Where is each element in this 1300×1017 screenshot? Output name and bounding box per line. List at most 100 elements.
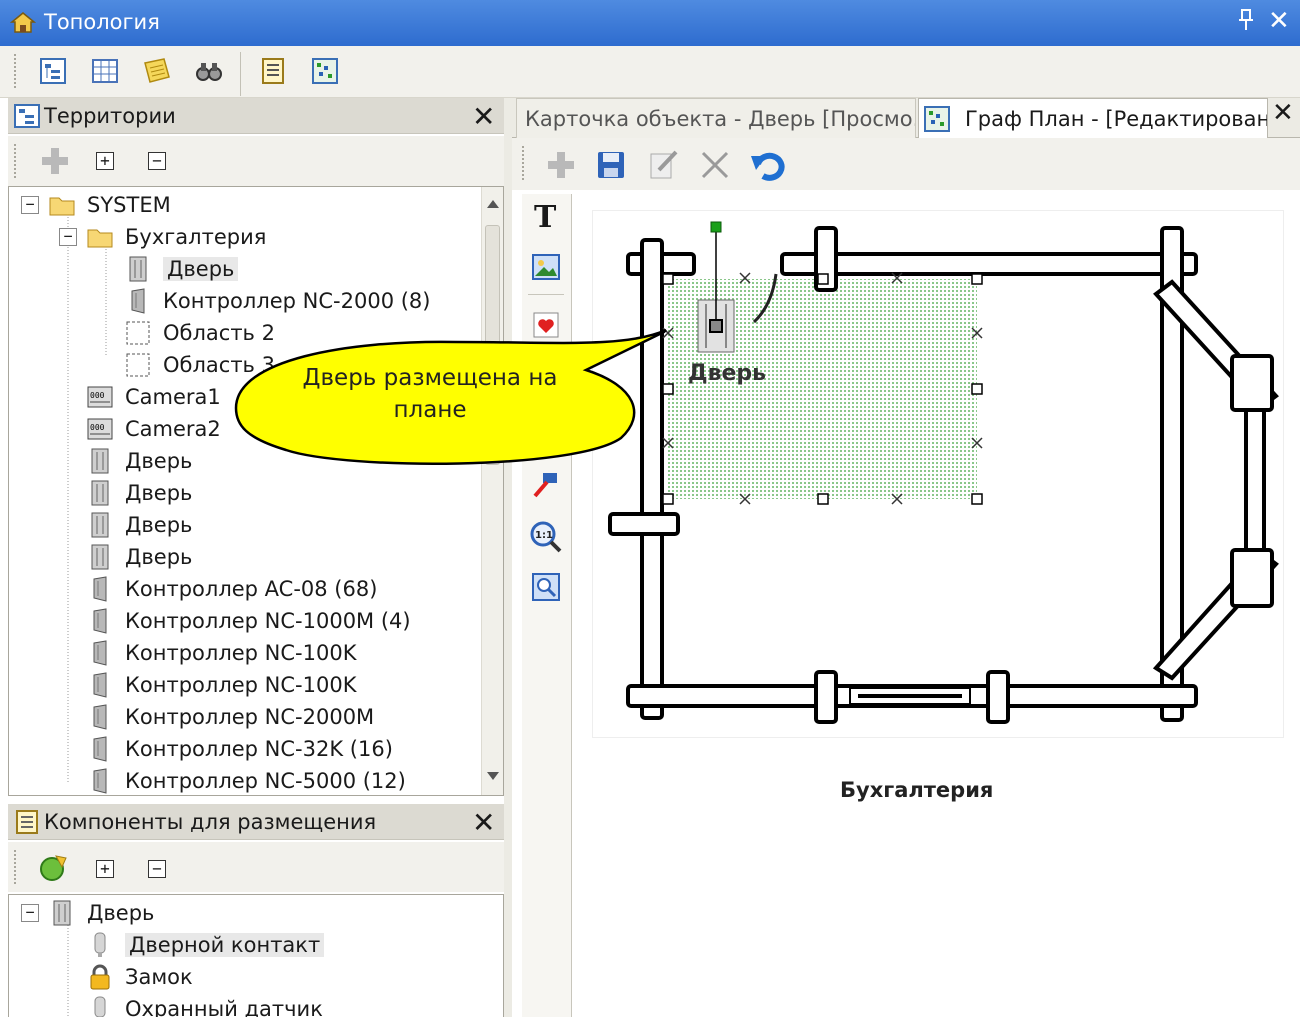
plan-side-toolbar: T 1:1 bbox=[522, 194, 572, 1017]
controller-icon bbox=[131, 288, 145, 314]
zoom-actual-size-icon[interactable]: 1:1 bbox=[529, 520, 563, 554]
image-tool-icon[interactable] bbox=[531, 252, 561, 282]
components-icon bbox=[16, 810, 38, 834]
territories-panel-header: Территории ✕ bbox=[8, 98, 504, 134]
territories-tree: − − SYSTEM Бухгалтерия Дверь Контроллер … bbox=[8, 186, 504, 796]
folder-icon bbox=[49, 197, 75, 216]
add-icon[interactable] bbox=[546, 150, 576, 180]
tree-item-label: Дверь bbox=[87, 901, 155, 925]
sensor-icon bbox=[94, 932, 106, 957]
main-toolbar bbox=[0, 46, 1300, 98]
toolbar-grip[interactable] bbox=[14, 54, 18, 88]
tab-object-card[interactable]: Карточка объекта - Дверь [Просмо... bbox=[516, 98, 916, 138]
tree-item-controller[interactable]: Контроллер NC-2000M bbox=[87, 702, 374, 732]
tree-item-label: Camera1 bbox=[125, 385, 221, 409]
door-icon bbox=[91, 512, 109, 538]
tree-item-label: Контроллер AC-08 (68) bbox=[125, 577, 378, 601]
toolbar-separator bbox=[528, 294, 564, 295]
add-icon[interactable] bbox=[40, 146, 70, 176]
document-tabs: Карточка объекта - Дверь [Просмо... Граф… bbox=[512, 98, 1300, 138]
controller-icon bbox=[93, 736, 107, 762]
tree-item-camera[interactable]: 000 Camera1 bbox=[87, 382, 221, 412]
tree-item-label: Дверь bbox=[163, 257, 239, 281]
tab-graph-plan[interactable]: Граф План - [Редактировани bbox=[918, 98, 1268, 138]
door-icon bbox=[91, 544, 109, 570]
toolbar-grip[interactable] bbox=[522, 146, 526, 180]
tab-close-icon[interactable]: ✕ bbox=[1272, 98, 1294, 128]
tree-item-controller[interactable]: Контроллер NC-5000 (12) bbox=[87, 766, 406, 795]
pin-icon[interactable] bbox=[1238, 8, 1256, 38]
place-component-icon[interactable] bbox=[38, 852, 70, 884]
component-door-contact[interactable]: Дверной контакт bbox=[87, 930, 325, 960]
collapse-all-button[interactable]: − bbox=[148, 860, 166, 878]
component-door[interactable]: Дверь bbox=[49, 898, 154, 928]
tree-item-door[interactable]: Дверь bbox=[87, 478, 192, 508]
rotate-handle[interactable] bbox=[710, 221, 722, 233]
tree-item-system[interactable]: SYSTEM bbox=[49, 190, 171, 220]
text-tool-icon[interactable]: T bbox=[534, 200, 556, 235]
svg-text:000: 000 bbox=[90, 391, 105, 400]
graph-plan-icon[interactable] bbox=[310, 56, 340, 86]
graph-plan-icon bbox=[924, 105, 950, 132]
tree-item-door[interactable]: Дверь bbox=[87, 542, 192, 572]
delete-icon[interactable] bbox=[700, 150, 730, 180]
tree-expander[interactable]: − bbox=[21, 196, 39, 214]
tree-view-icon[interactable] bbox=[38, 56, 68, 86]
territories-scrollbar[interactable] bbox=[481, 187, 503, 795]
tree-item-door[interactable]: Дверь bbox=[87, 510, 192, 540]
tree-item-door-selected[interactable]: Дверь bbox=[125, 254, 239, 284]
door-icon bbox=[53, 900, 71, 926]
toolbar-grip[interactable] bbox=[14, 144, 18, 178]
topology-app-icon bbox=[10, 12, 36, 33]
undo-icon[interactable] bbox=[750, 148, 786, 182]
grid-icon[interactable] bbox=[90, 56, 120, 86]
window-title: Топология bbox=[44, 10, 160, 34]
tree-item-camera[interactable]: 000 Camera2 bbox=[87, 414, 221, 444]
tree-item-label: Замок bbox=[125, 965, 193, 989]
report-icon[interactable] bbox=[258, 56, 288, 86]
scroll-down-icon[interactable] bbox=[486, 771, 500, 781]
toolbar-separator bbox=[240, 52, 241, 96]
component-lock[interactable]: Замок bbox=[87, 962, 193, 992]
component-security-sensor[interactable]: Охранный датчик bbox=[87, 994, 323, 1017]
callout-text: Дверь размещена на плане bbox=[302, 365, 558, 423]
svg-text:000: 000 bbox=[90, 423, 105, 432]
tree-expander[interactable]: − bbox=[21, 904, 39, 922]
tree-item-controller[interactable]: Контроллер NC-100K bbox=[87, 638, 356, 668]
camera-icon: 000 bbox=[87, 386, 113, 408]
binoculars-icon[interactable] bbox=[194, 56, 224, 86]
scroll-up-icon[interactable] bbox=[486, 199, 500, 209]
tree-item-label: Контроллер NC-100K bbox=[125, 673, 357, 697]
tree-item-controller[interactable]: Контроллер NC-2000 (8) bbox=[125, 286, 430, 316]
controller-icon bbox=[93, 608, 107, 634]
tree-item-accounting[interactable]: Бухгалтерия bbox=[87, 222, 266, 252]
expand-all-button[interactable]: + bbox=[96, 860, 114, 878]
tree-item-controller[interactable]: Контроллер NC-1000M (4) bbox=[87, 606, 411, 636]
area-icon bbox=[126, 321, 150, 345]
zoom-fit-icon[interactable] bbox=[531, 572, 561, 602]
collapse-all-button[interactable]: − bbox=[148, 152, 166, 170]
notes-icon[interactable] bbox=[142, 56, 172, 86]
territories-close-icon[interactable]: ✕ bbox=[472, 100, 495, 133]
toolbar-grip[interactable] bbox=[14, 850, 18, 884]
expand-all-button[interactable]: + bbox=[96, 152, 114, 170]
edit-icon[interactable] bbox=[648, 148, 680, 180]
tree-item-controller[interactable]: Контроллер NC-100K bbox=[87, 670, 356, 700]
territories-toolbar: + − bbox=[8, 136, 504, 186]
components-close-icon[interactable]: ✕ bbox=[472, 806, 495, 839]
tree-item-label: Дверь bbox=[125, 513, 193, 537]
panel-splitter[interactable] bbox=[504, 98, 512, 1017]
tree-item-controller[interactable]: Контроллер NC-32K (16) bbox=[87, 734, 393, 764]
window-close-icon[interactable]: ✕ bbox=[1268, 6, 1290, 36]
tab-label: Граф План - [Редактировани bbox=[965, 106, 1268, 131]
tree-item-controller[interactable]: Контроллер AC-08 (68) bbox=[87, 574, 377, 604]
components-panel-title: Компоненты для размещения bbox=[44, 810, 377, 834]
tree-expander[interactable]: − bbox=[59, 228, 77, 246]
components-tree: − Дверь Дверной контакт Замок Охранный д… bbox=[8, 894, 504, 1017]
tree-item-label: Дверь bbox=[125, 449, 193, 473]
plan-caption: Бухгалтерия bbox=[840, 778, 994, 802]
components-toolbar: + − bbox=[8, 842, 504, 892]
save-icon[interactable] bbox=[596, 150, 626, 180]
tree-item-label: Бухгалтерия bbox=[125, 225, 267, 249]
tree-item-door[interactable]: Дверь bbox=[87, 446, 192, 476]
